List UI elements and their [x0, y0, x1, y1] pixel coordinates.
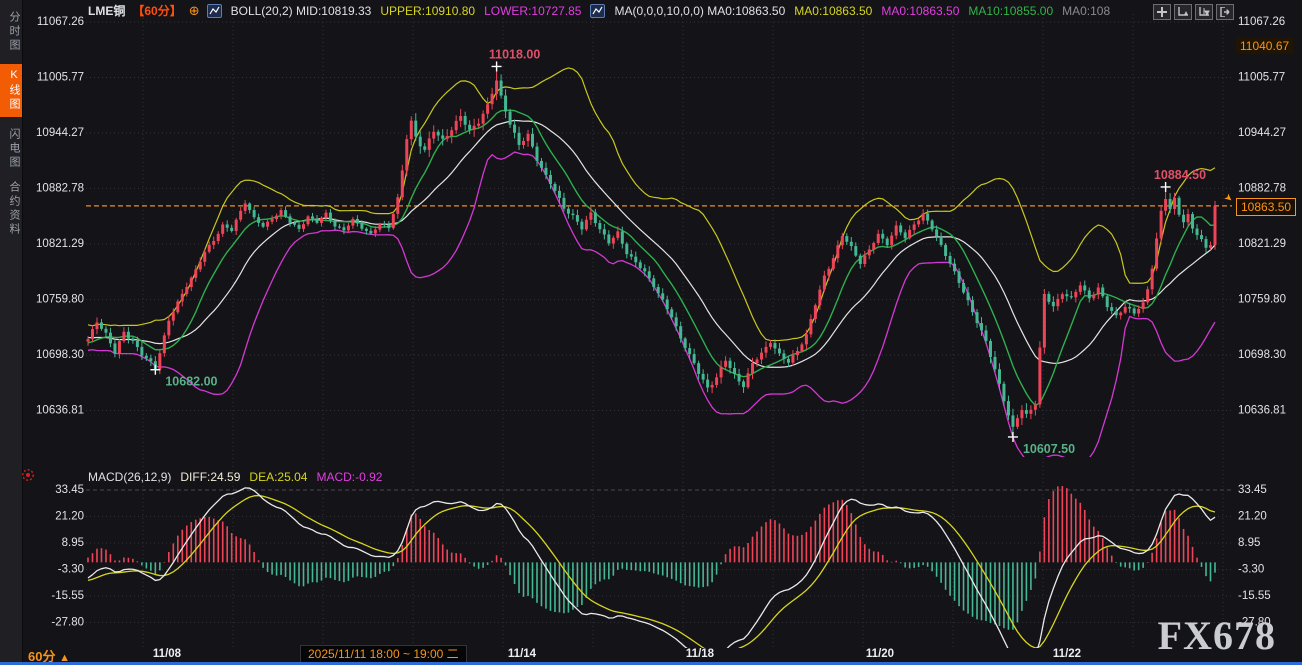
svg-text:33.45: 33.45 — [55, 484, 84, 496]
current-price-badge: 10863.50 — [1236, 198, 1296, 216]
date-tick: 11/08 — [153, 648, 182, 660]
indicator-value-label: DIFF:24.59 — [180, 470, 240, 484]
chart-icon — [207, 4, 222, 18]
macd-header: MACD(26,12,9) DIFF:24.59 DEA:25.04 MACD:-0.… — [88, 470, 382, 484]
svg-text:11005.77: 11005.77 — [1238, 72, 1285, 84]
sidebar-item-0[interactable]: 分时图 — [0, 11, 22, 53]
settings-icon[interactable]: ⊕ — [189, 4, 200, 17]
indicator-value-label: LOWER:10727.85 — [484, 4, 581, 18]
indicator-value-label: MACD(26,12,9) — [88, 470, 171, 484]
exit-panel-icon[interactable] — [1216, 4, 1234, 20]
hover-time-range: 2025/11/11 18:00 ~ 19:00 二 — [300, 645, 467, 663]
svg-text:10821.29: 10821.29 — [1238, 238, 1286, 250]
svg-text:10636.81: 10636.81 — [1238, 405, 1286, 417]
svg-text:8.95: 8.95 — [1238, 537, 1260, 549]
svg-text:10698.30: 10698.30 — [36, 349, 84, 361]
indicator-value-label: MA(0,0,0,10,0,0) MA0:10863.50 — [614, 4, 785, 18]
sidebar-item-1[interactable]: K线图 — [0, 64, 22, 117]
trading-app-window: 分时图K线图闪电图合约资料 11067.2611067.2611005.7711… — [0, 0, 1302, 665]
svg-text:21.20: 21.20 — [1238, 511, 1267, 523]
svg-text:10636.81: 10636.81 — [36, 405, 84, 417]
svg-text:10884.50: 10884.50 — [1154, 168, 1206, 182]
svg-text:-3.30: -3.30 — [58, 564, 84, 576]
date-tick: 11/14 — [508, 648, 537, 660]
svg-text:10944.27: 10944.27 — [36, 127, 84, 139]
svg-text:10882.78: 10882.78 — [1238, 183, 1286, 195]
chart-type-sidebar: 分时图 K线图闪电图合约资料 — [0, 0, 23, 662]
svg-text:10607.50: 10607.50 — [1023, 442, 1075, 456]
indicator-value-label: BOLL(20,2) MID:10819.33 — [231, 4, 372, 18]
svg-text:21.20: 21.20 — [55, 511, 84, 523]
svg-text:10759.80: 10759.80 — [36, 294, 84, 306]
sidebar-item-2[interactable]: 闪电图 — [0, 128, 22, 170]
svg-text:11018.00: 11018.00 — [489, 47, 540, 61]
indicator-value-label: MA0:10863.50 — [881, 4, 959, 18]
svg-text:-3.30: -3.30 — [1238, 564, 1264, 576]
svg-text:10682.00: 10682.00 — [165, 375, 217, 389]
indicator-value-label: MA0:108 — [1062, 4, 1110, 18]
svg-text:10944.27: 10944.27 — [1238, 127, 1286, 139]
svg-text:10821.29: 10821.29 — [36, 238, 84, 250]
scale-axis-left-icon[interactable] — [1174, 4, 1192, 20]
indicator-values: BOLL(20,2) MID:10819.33 UPPER:10910.80 LOW… — [207, 4, 1111, 18]
svg-text:10882.78: 10882.78 — [36, 183, 84, 195]
svg-text:33.45: 33.45 — [1238, 484, 1267, 496]
svg-text:11067.26: 11067.26 — [37, 16, 84, 28]
sidebar-item-3[interactable]: 合约资料 — [0, 181, 22, 237]
chart-icon — [590, 4, 605, 18]
date-tick: 11/20 — [866, 648, 894, 660]
indicator-value-label: MA0:10863.50 — [794, 4, 872, 18]
svg-text:-15.55: -15.55 — [1238, 590, 1271, 602]
svg-text:-27.80: -27.80 — [51, 617, 84, 629]
indicator-value-label: UPPER:10910.80 — [380, 4, 475, 18]
scale-axis-right-icon[interactable] — [1195, 4, 1213, 20]
svg-text:-15.55: -15.55 — [51, 590, 84, 602]
date-tick: 11/18 — [686, 648, 715, 660]
indicator-header: LME铜 【60分】 ⊕ BOLL(20,2) MID:10819.33 UPPE… — [88, 3, 1110, 18]
indicator-value-label: MACD:-0.92 — [316, 470, 382, 484]
crosshair-icon[interactable] — [1153, 4, 1171, 20]
period-label[interactable]: 【60分】 — [132, 2, 181, 19]
svg-text:10759.80: 10759.80 — [1238, 294, 1286, 306]
symbol-label: LME铜 — [88, 2, 125, 19]
svg-text:8.95: 8.95 — [62, 537, 84, 549]
indicator-value-label: MA10:10855.00 — [968, 4, 1053, 18]
reference-price-badge: 11040.67 — [1236, 38, 1293, 54]
window-toolbar — [1153, 4, 1234, 20]
watermark: FX678 — [1158, 612, 1276, 659]
svg-text:11005.77: 11005.77 — [37, 72, 84, 84]
kline-chart-canvas[interactable]: 11067.26 11067.26 11005.77 11005.77 10944.27… — [0, 0, 1302, 665]
svg-text:11067.26: 11067.26 — [1238, 16, 1285, 28]
date-tick: 11/22 — [1053, 648, 1081, 660]
live-indicator-icon — [21, 468, 35, 487]
svg-text:10698.30: 10698.30 — [1238, 349, 1286, 361]
indicator-value-label: DEA:25.04 — [249, 470, 307, 484]
